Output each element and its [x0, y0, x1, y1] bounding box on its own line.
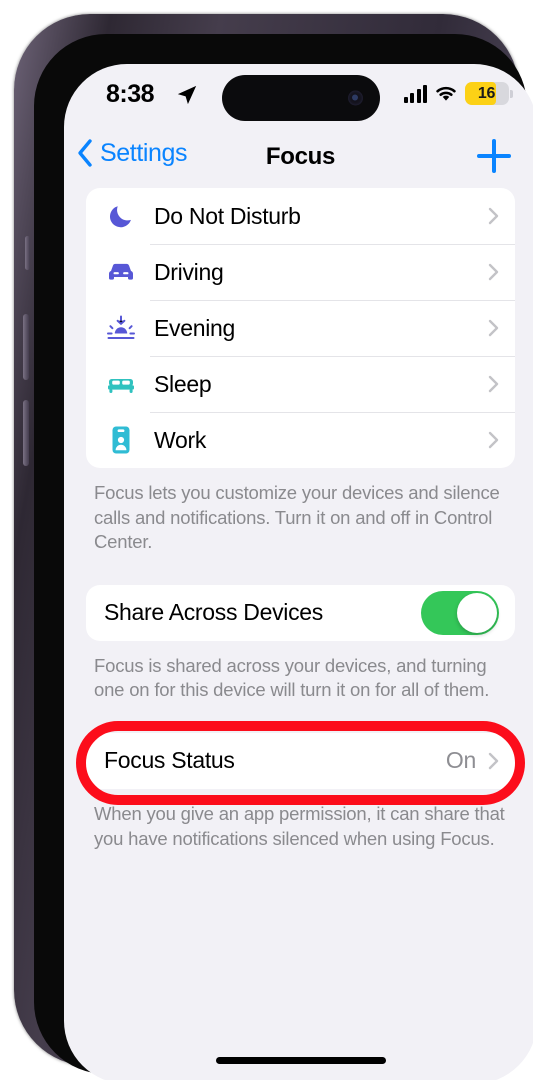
phone-screen: 8:38 16 Settings Focus Do Not Disturb Dr…: [64, 64, 533, 1080]
battery-cap: [510, 89, 513, 98]
share-across-devices-group: Share Across Devices: [86, 584, 515, 641]
status-bar-time: 8:38: [106, 80, 155, 108]
share-across-devices-toggle[interactable]: [421, 590, 499, 635]
list-item-label: Work: [154, 426, 207, 453]
bed-icon: [104, 368, 138, 400]
phone-bezel: 8:38 16 Settings Focus Do Not Disturb Dr…: [34, 34, 533, 1080]
phone-frame: 8:38 16 Settings Focus Do Not Disturb Dr…: [14, 14, 533, 1080]
list-item-sleep[interactable]: Sleep: [86, 356, 515, 412]
settings-content: Do Not Disturb Driving Evening Sleep Wor…: [64, 188, 533, 1080]
chevron-right-icon: [488, 431, 499, 449]
share-across-devices-label: Share Across Devices: [104, 599, 323, 626]
front-camera-icon: [347, 90, 363, 106]
list-item-evening[interactable]: Evening: [86, 300, 515, 356]
focus-status-value: On: [445, 747, 476, 774]
list-item-do-not-disturb[interactable]: Do Not Disturb: [86, 188, 515, 244]
toggle-knob: [457, 592, 497, 633]
share-across-devices-footnote: Focus is shared across your devices, and…: [94, 654, 490, 701]
cellular-signal-icon: [403, 84, 427, 103]
navigation-bar: Settings Focus: [64, 130, 533, 188]
chevron-right-icon: [488, 752, 499, 770]
list-item-label: Evening: [154, 314, 236, 341]
page-title: Focus: [265, 143, 336, 170]
silent-switch[interactable]: [25, 236, 30, 270]
dynamic-island: [221, 75, 380, 121]
add-focus-button[interactable]: [477, 139, 511, 173]
focus-modes-footnote: Focus lets you customize your devices an…: [94, 482, 500, 553]
focus-status-section: Focus Status On: [64, 720, 533, 805]
row-focus-status[interactable]: Focus Status On: [86, 733, 515, 789]
sunset-icon: [104, 312, 138, 344]
list-item-driving[interactable]: Driving: [86, 244, 515, 300]
list-item-label: Sleep: [154, 370, 212, 397]
screenshot-root: 8:38 16 Settings Focus Do Not Disturb Dr…: [0, 0, 533, 1080]
moon-icon: [104, 200, 138, 232]
volume-up-button[interactable]: [23, 314, 29, 380]
chevron-right-icon: [488, 207, 499, 225]
battery-indicator: 16: [465, 82, 513, 105]
focus-status-label: Focus Status: [104, 747, 235, 774]
car-icon: [104, 256, 138, 288]
volume-down-button[interactable]: [23, 400, 29, 466]
focus-modes-group: Do Not Disturb Driving Evening Sleep Wor…: [86, 188, 515, 468]
home-indicator[interactable]: [215, 1057, 386, 1064]
focus-status-group: Focus Status On: [86, 732, 515, 789]
list-item-work[interactable]: Work: [86, 412, 515, 468]
battery-percent: 16: [477, 84, 496, 102]
chevron-right-icon: [488, 263, 499, 281]
row-share-across-devices[interactable]: Share Across Devices: [86, 585, 515, 641]
wifi-icon: [436, 86, 456, 101]
focus-status-footnote: When you give an app permission, it can …: [94, 802, 505, 849]
chevron-right-icon: [488, 319, 499, 337]
id-badge-icon: [104, 424, 138, 456]
status-bar-indicators: 16: [403, 82, 513, 105]
status-bar: 8:38 16: [64, 64, 533, 130]
list-item-label: Driving: [154, 258, 224, 285]
list-item-label: Do Not Disturb: [154, 202, 301, 229]
chevron-right-icon: [488, 375, 499, 393]
location-arrow-icon: [177, 85, 197, 105]
